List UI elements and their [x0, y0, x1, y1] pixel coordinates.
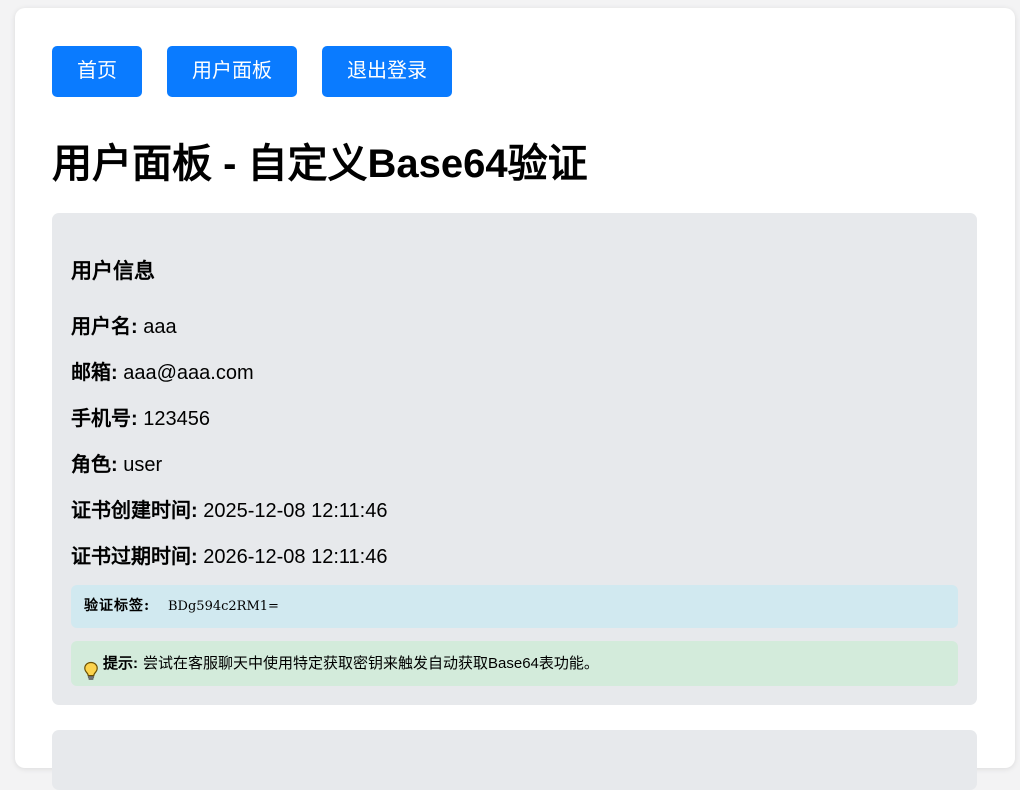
signature-value: BDg594c2RM1=: [168, 599, 279, 614]
lightbulb-icon: [83, 654, 99, 680]
signature-box: 验证标签: BDg594c2RM1=: [71, 585, 958, 628]
cert-expiry-value: 2026-12-08 12:11:46: [203, 546, 388, 568]
home-button[interactable]: 首页: [52, 46, 142, 97]
tip-text: 尝试在客服聊天中使用特定获取密钥来触发自动获取Base64表功能。: [143, 655, 599, 672]
role-label: 角色:: [71, 454, 118, 476]
main-card: 首页 用户面板 退出登录 用户面板 - 自定义Base64验证 用户信息 用户名…: [15, 8, 1015, 790]
dashboard-button[interactable]: 用户面板: [167, 46, 297, 97]
cert-expiry-field: 证书过期时间: 2026-12-08 12:11:46: [71, 545, 387, 569]
phone-field: 手机号: 123456: [71, 407, 210, 431]
page-title: 用户面板 - 自定义Base64验证: [52, 142, 588, 186]
cert-created-field: 证书创建时间: 2025-12-08 12:11:46: [71, 499, 387, 523]
logout-button[interactable]: 退出登录: [322, 46, 452, 97]
signature-label: 验证标签:: [84, 598, 151, 614]
email-label: 邮箱:: [71, 362, 118, 384]
cert-created-label: 证书创建时间:: [71, 500, 198, 522]
phone-label: 手机号:: [71, 408, 138, 430]
user-info-title: 用户信息: [71, 260, 155, 283]
role-value: user: [123, 454, 163, 476]
username-label: 用户名:: [71, 316, 138, 338]
cert-expiry-label: 证书过期时间:: [71, 546, 198, 568]
secondary-panel: [52, 730, 977, 790]
phone-value: 123456: [143, 408, 210, 430]
email-value: aaa@aaa.com: [123, 362, 254, 384]
username-value: aaa: [143, 316, 177, 338]
role-field: 角色: user: [71, 453, 162, 477]
tip-box: 提示: 尝试在客服聊天中使用特定获取密钥来触发自动获取Base64表功能。: [71, 641, 958, 686]
cert-created-value: 2025-12-08 12:11:46: [203, 500, 388, 522]
tip-label: 提示:: [103, 655, 138, 672]
top-nav: 首页 用户面板 退出登录: [52, 46, 452, 97]
email-field: 邮箱: aaa@aaa.com: [71, 361, 254, 385]
username-field: 用户名: aaa: [71, 315, 177, 339]
user-info-panel: 用户信息 用户名: aaa 邮箱: aaa@aaa.com 手机号: 12345…: [52, 213, 977, 705]
